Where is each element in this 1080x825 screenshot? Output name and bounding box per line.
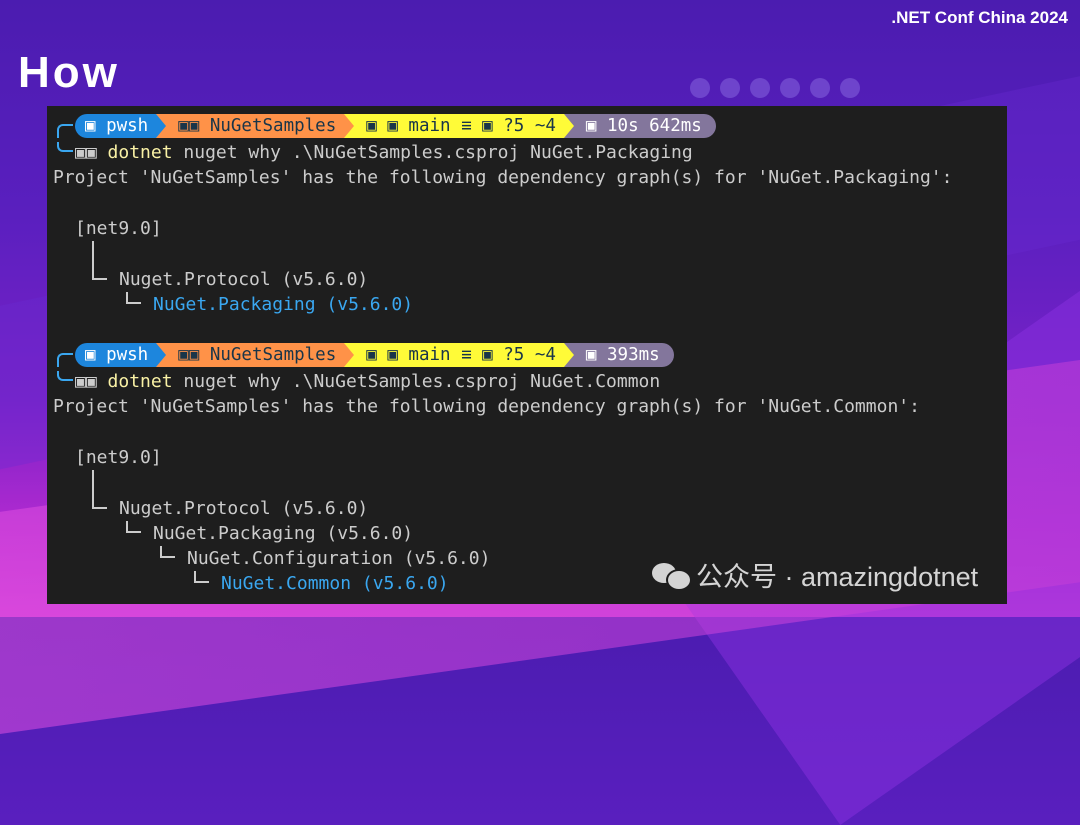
tree-node: Nuget.Protocol (v5.6.0) bbox=[119, 498, 369, 519]
tree-node-target: NuGet.Packaging (v5.6.0) bbox=[153, 294, 414, 315]
result-line: Project 'NuGetSamples' has the following… bbox=[53, 167, 953, 188]
prompt-duration: ▣ 10s 642ms bbox=[573, 114, 716, 138]
command-glyph: ▣▣ bbox=[75, 371, 97, 392]
tree-line bbox=[92, 241, 94, 279]
framework-label: [net9.0] bbox=[75, 218, 162, 239]
dot bbox=[720, 78, 740, 98]
powerline-arrow bbox=[563, 343, 574, 367]
decorative-dots bbox=[690, 78, 860, 98]
dot bbox=[840, 78, 860, 98]
prompt-connector bbox=[57, 124, 73, 138]
tree-line bbox=[92, 278, 107, 280]
tree-node-target: NuGet.Common (v5.6.0) bbox=[221, 573, 449, 594]
powerline-arrow bbox=[156, 114, 167, 138]
powerline-arrow bbox=[563, 114, 574, 138]
command-glyph: ▣▣ bbox=[75, 142, 97, 163]
prompt-shell: ▣ pwsh bbox=[75, 114, 157, 138]
tree-line bbox=[92, 507, 107, 509]
watermark: 公众号 · amazingdotnet bbox=[652, 555, 978, 594]
framework-label: [net9.0] bbox=[75, 447, 162, 468]
powerline-arrow bbox=[344, 343, 355, 367]
tree-line bbox=[92, 470, 94, 508]
command-executable: dotnet bbox=[107, 142, 173, 163]
watermark-text: 公众号 · amazingdotnet bbox=[696, 562, 979, 592]
wechat-icon bbox=[652, 561, 692, 591]
tree-node: Nuget.Protocol (v5.6.0) bbox=[119, 269, 369, 290]
tree-node: NuGet.Configuration (v5.6.0) bbox=[187, 548, 491, 569]
dot bbox=[750, 78, 770, 98]
dot bbox=[690, 78, 710, 98]
conference-title: .NET Conf China 2024 bbox=[891, 8, 1068, 27]
tree-line bbox=[194, 581, 209, 583]
prompt-bar: ▣ pwsh ▣▣ NuGetSamples ▣ ▣ main ≡ ▣ ?5 ~… bbox=[75, 114, 716, 138]
powerline-arrow bbox=[344, 114, 355, 138]
powerline-arrow bbox=[156, 343, 167, 367]
prompt-bar: ▣ pwsh ▣▣ NuGetSamples ▣ ▣ main ≡ ▣ ?5 ~… bbox=[75, 343, 674, 367]
prompt-git: ▣ ▣ main ≡ ▣ ?5 ~4 bbox=[354, 343, 564, 367]
tree-line bbox=[160, 556, 175, 558]
prompt-shell: ▣ pwsh bbox=[75, 343, 157, 367]
command-arguments: nuget why .\NuGetSamples.csproj NuGet.Pa… bbox=[172, 142, 693, 163]
command-arguments: nuget why .\NuGetSamples.csproj NuGet.Co… bbox=[172, 371, 661, 392]
terminal-window[interactable]: ▣ pwsh ▣▣ NuGetSamples ▣ ▣ main ≡ ▣ ?5 ~… bbox=[47, 106, 1007, 604]
prompt-connector bbox=[57, 142, 73, 152]
tree-node: NuGet.Packaging (v5.6.0) bbox=[153, 523, 414, 544]
tree-line bbox=[126, 531, 141, 533]
prompt-connector bbox=[57, 353, 73, 367]
command-executable: dotnet bbox=[107, 371, 173, 392]
prompt-connector bbox=[57, 371, 73, 381]
command-line: ▣▣ dotnet nuget why .\NuGetSamples.cspro… bbox=[75, 140, 693, 165]
prompt-git: ▣ ▣ main ≡ ▣ ?5 ~4 bbox=[354, 114, 564, 138]
command-line: ▣▣ dotnet nuget why .\NuGetSamples.cspro… bbox=[75, 369, 660, 394]
tree-line bbox=[126, 302, 141, 304]
prompt-path: ▣▣ NuGetSamples bbox=[166, 114, 345, 138]
result-line: Project 'NuGetSamples' has the following… bbox=[53, 396, 920, 417]
page-heading: How bbox=[18, 48, 120, 97]
dot bbox=[780, 78, 800, 98]
dot bbox=[810, 78, 830, 98]
prompt-duration: ▣ 393ms bbox=[573, 343, 674, 367]
prompt-path: ▣▣ NuGetSamples bbox=[166, 343, 345, 367]
